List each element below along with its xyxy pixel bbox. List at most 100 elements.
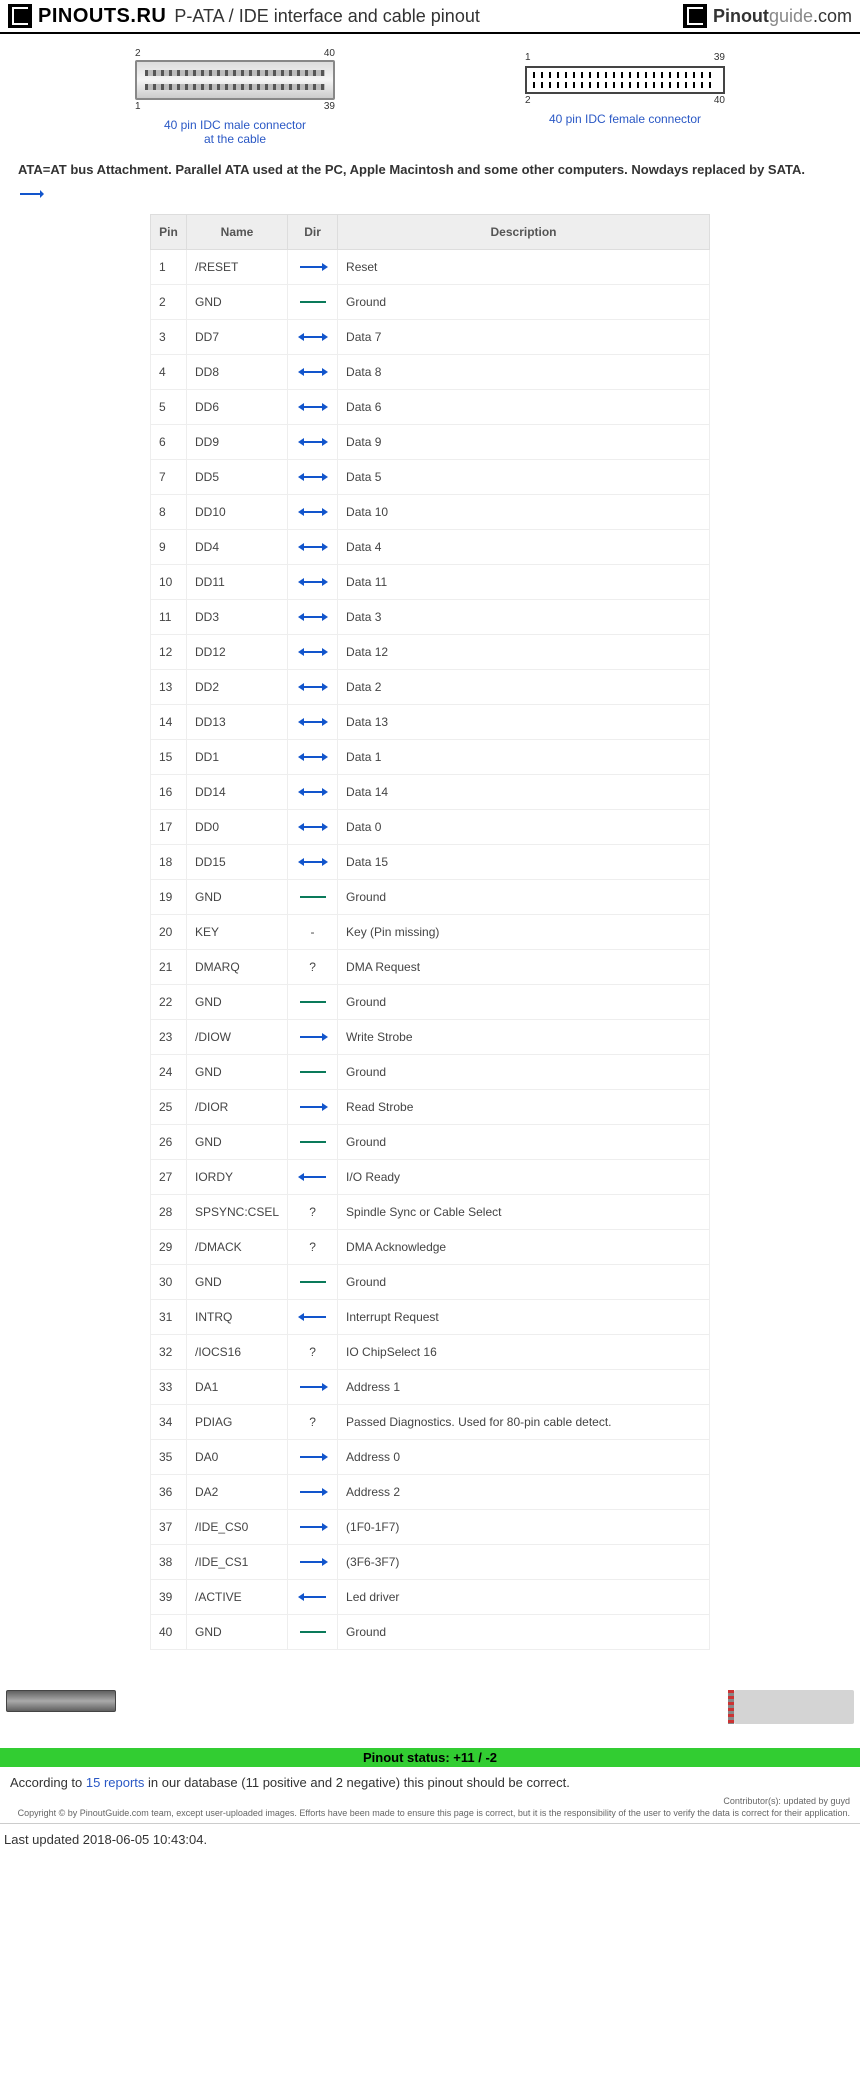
logo-pinoutguide[interactable]: Pinout guide .com — [683, 4, 852, 28]
cell-desc: Data 11 — [338, 565, 710, 600]
copyright: Contributor(s): updated by guyd Copyrigh… — [0, 1794, 860, 1819]
cell-pin: 33 — [151, 1370, 187, 1405]
cell-pin: 34 — [151, 1405, 187, 1440]
cell-desc: Led driver — [338, 1580, 710, 1615]
cell-pin: 4 — [151, 355, 187, 390]
cell-desc: Ground — [338, 1125, 710, 1160]
cell-desc: IO ChipSelect 16 — [338, 1335, 710, 1370]
cell-desc: Passed Diagnostics. Used for 80-pin cabl… — [338, 1405, 710, 1440]
connector-male-sub[interactable]: at the cable — [204, 132, 266, 146]
page-header: PINOUTS.RU P-ATA / IDE interface and cab… — [0, 0, 860, 34]
cell-desc: Data 14 — [338, 775, 710, 810]
cell-pin: 10 — [151, 565, 187, 600]
cell-pin: 35 — [151, 1440, 187, 1475]
cell-dir: ? — [288, 950, 338, 985]
col-name: Name — [187, 215, 288, 250]
connector-diagrams: 2 40 1 39 40 pin IDC male connector at t… — [0, 34, 860, 156]
cell-pin: 13 — [151, 670, 187, 705]
cell-desc: Ground — [338, 1055, 710, 1090]
cell-dir — [288, 845, 338, 880]
cell-pin: 39 — [151, 1580, 187, 1615]
cell-desc: Data 3 — [338, 600, 710, 635]
cell-name: DA0 — [187, 1440, 288, 1475]
pin-label: 1 — [135, 101, 141, 112]
cell-pin: 16 — [151, 775, 187, 810]
cell-dir — [288, 635, 338, 670]
cell-desc: Data 7 — [338, 320, 710, 355]
connector-male-link[interactable]: 40 pin IDC male connector — [164, 118, 306, 132]
cell-pin: 3 — [151, 320, 187, 355]
intro-text: ATA=AT bus Attachment. Parallel ATA used… — [0, 156, 860, 183]
status-after: in our database (11 positive and 2 negat… — [144, 1775, 569, 1790]
cell-dir — [288, 1370, 338, 1405]
cell-dir — [288, 670, 338, 705]
cell-pin: 1 — [151, 250, 187, 285]
status-reports-link[interactable]: 15 reports — [86, 1775, 145, 1790]
cell-name: IORDY — [187, 1160, 288, 1195]
cell-pin: 6 — [151, 425, 187, 460]
cell-name: /IDE_CS1 — [187, 1545, 288, 1580]
cell-pin: 24 — [151, 1055, 187, 1090]
cell-name: GND — [187, 985, 288, 1020]
cell-name: DD13 — [187, 705, 288, 740]
cell-dir — [288, 250, 338, 285]
cell-desc: Data 0 — [338, 810, 710, 845]
cell-dir — [288, 1510, 338, 1545]
table-row: 29/DMACK?DMA Acknowledge — [151, 1230, 710, 1265]
logo-right-com: .com — [813, 6, 852, 27]
cell-pin: 38 — [151, 1545, 187, 1580]
cell-dir — [288, 320, 338, 355]
connector-female-image: 1 39 2 40 — [525, 60, 725, 94]
cell-name: GND — [187, 1055, 288, 1090]
footer-connector-images — [0, 1680, 860, 1744]
cell-name: /DMACK — [187, 1230, 288, 1265]
arrow-icon — [18, 187, 842, 202]
cell-dir — [288, 1090, 338, 1125]
cell-desc: Data 10 — [338, 495, 710, 530]
pin-label: 40 — [324, 48, 335, 59]
table-row: 28SPSYNC:CSEL?Spindle Sync or Cable Sele… — [151, 1195, 710, 1230]
table-row: 34PDIAG?Passed Diagnostics. Used for 80-… — [151, 1405, 710, 1440]
cell-dir — [288, 530, 338, 565]
cell-name: /DIOW — [187, 1020, 288, 1055]
col-pin: Pin — [151, 215, 187, 250]
cell-dir — [288, 1580, 338, 1615]
cell-name: /IDE_CS0 — [187, 1510, 288, 1545]
table-row: 10DD11Data 11 — [151, 565, 710, 600]
cell-pin: 40 — [151, 1615, 187, 1650]
table-row: 2GNDGround — [151, 285, 710, 320]
table-row: 30GNDGround — [151, 1265, 710, 1300]
connector-female-link[interactable]: 40 pin IDC female connector — [549, 112, 701, 126]
cell-desc: Ground — [338, 985, 710, 1020]
cell-dir — [288, 1475, 338, 1510]
table-row: 27IORDYI/O Ready — [151, 1160, 710, 1195]
cell-dir — [288, 495, 338, 530]
status-text: According to 15 reports in our database … — [0, 1771, 860, 1794]
cell-name: DD8 — [187, 355, 288, 390]
cell-dir — [288, 285, 338, 320]
table-row: 40GNDGround — [151, 1615, 710, 1650]
cell-desc: Address 0 — [338, 1440, 710, 1475]
table-row: 25/DIORRead Strobe — [151, 1090, 710, 1125]
last-updated: Last updated 2018-06-05 10:43:04. — [0, 1823, 860, 1855]
col-dir: Dir — [288, 215, 338, 250]
connector-male: 2 40 1 39 40 pin IDC male connector at t… — [135, 54, 335, 146]
copyright-line: Copyright © by PinoutGuide.com team, exc… — [10, 1808, 850, 1820]
cell-name: DA1 — [187, 1370, 288, 1405]
cell-pin: 20 — [151, 915, 187, 950]
table-row: 26GNDGround — [151, 1125, 710, 1160]
cell-name: DD4 — [187, 530, 288, 565]
cell-dir — [288, 355, 338, 390]
pinout-status-bar: Pinout status: +11 / -2 — [0, 1744, 860, 1771]
logo-icon — [683, 4, 707, 28]
table-row: 13DD2Data 2 — [151, 670, 710, 705]
cell-dir — [288, 390, 338, 425]
footer-connector-left — [6, 1690, 116, 1712]
cell-dir — [288, 1265, 338, 1300]
page-title: P-ATA / IDE interface and cable pinout — [174, 6, 675, 27]
cell-desc: Data 6 — [338, 390, 710, 425]
cell-pin: 21 — [151, 950, 187, 985]
cell-dir — [288, 1160, 338, 1195]
cell-desc: Address 2 — [338, 1475, 710, 1510]
logo-pinouts-ru[interactable]: PINOUTS.RU — [8, 4, 166, 28]
